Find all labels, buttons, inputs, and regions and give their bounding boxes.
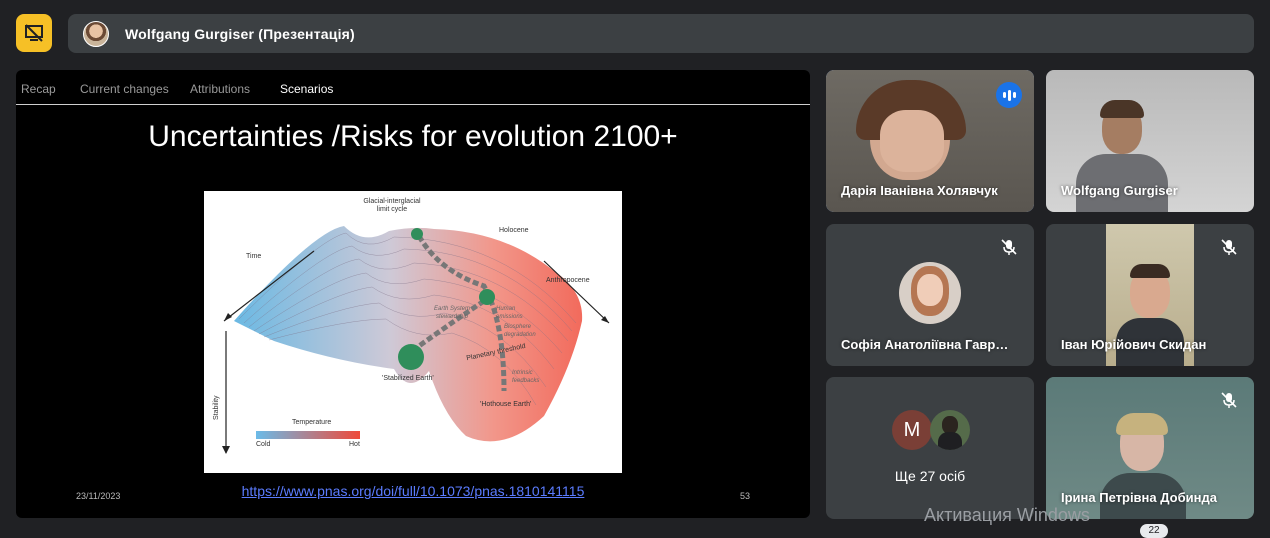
stability-landscape-figure: Glacial-interglacial limit cycle Holocen…: [204, 191, 622, 473]
participant-tile-dariia[interactable]: Дарія Іванівна Холявчук: [826, 70, 1034, 212]
avatar: [899, 262, 961, 324]
reference-link[interactable]: https://www.pnas.org/doi/full/10.1073/pn…: [16, 483, 810, 499]
presentation-toggle-button[interactable]: [16, 14, 52, 52]
participant-tile-wolfgang[interactable]: Wolfgang Gurgiser: [1046, 70, 1254, 212]
tab-divider: [16, 104, 810, 105]
presenter-title: Wolfgang Gurgiser (Презентація): [125, 25, 355, 42]
participant-name: Ірина Петрівна Добинда: [1061, 490, 1217, 505]
glacial-label: Glacial-interglacial limit cycle: [363, 198, 421, 213]
stewardship-label: Earth System stewardship: [433, 306, 470, 320]
windows-activation-watermark: Активация Windows: [924, 505, 1090, 525]
presentation-off-icon: [25, 24, 43, 42]
mic-off-icon: [1221, 392, 1237, 408]
human-emissions-label: Human emissions: [496, 306, 523, 320]
participant-name: Wolfgang Gurgiser: [1061, 183, 1178, 198]
mic-off-icon: [1001, 239, 1017, 255]
slide-tabs: Recap Current changes Attributions Scena…: [16, 82, 810, 104]
slide-number: 53: [740, 491, 751, 501]
presentation-slide: Recap Current changes Attributions Scena…: [16, 70, 810, 518]
avatar: M: [892, 410, 932, 450]
speaking-indicator-icon: [996, 82, 1022, 108]
participant-tile-iryna[interactable]: Ірина Петрівна Добинда: [1046, 377, 1254, 519]
cold-label: Cold: [256, 441, 271, 448]
stability-label: Stability: [213, 395, 220, 420]
holocene-label: Holocene: [499, 227, 529, 234]
presenter-avatar: [83, 20, 109, 47]
biosphere-label: Biosphere degradation: [504, 324, 536, 338]
presenter-bar: Wolfgang Gurgiser (Презентація): [68, 14, 1254, 53]
tab-recap[interactable]: Recap: [21, 82, 56, 96]
landscape-diagram: [222, 226, 610, 454]
participant-name: Іван Юрійович Скидан: [1061, 337, 1207, 352]
time-label: Time: [246, 253, 262, 260]
participant-tile-ivan[interactable]: Іван Юрійович Скидан: [1046, 224, 1254, 366]
feedbacks-label: Intrinsic feedbacks: [512, 370, 540, 384]
more-participants-tile[interactable]: M Ще 27 осіб: [826, 377, 1034, 519]
more-participants-label: Ще 27 осіб: [894, 468, 966, 484]
participant-name: Софія Анатоліївна Гавр…: [841, 337, 1009, 352]
slide-title: Uncertainties /Risks for evolution 2100+: [148, 120, 678, 153]
anthropocene-label: Anthropocene: [546, 277, 590, 284]
hothouse-earth-label: 'Hothouse Earth': [480, 401, 532, 408]
mic-off-icon: [1221, 239, 1237, 255]
participant-count-badge: 22: [1140, 524, 1168, 538]
hot-label: Hot: [349, 441, 360, 448]
tab-attributions[interactable]: Attributions: [190, 82, 250, 96]
participant-tile-sofiia[interactable]: Софія Анатоліївна Гавр…: [826, 224, 1034, 366]
temperature-label: Temperature: [292, 419, 332, 426]
avatar: [930, 410, 970, 450]
stabilized-earth-label: 'Stabilized Earth': [382, 375, 434, 382]
tab-current-changes[interactable]: Current changes: [80, 82, 169, 96]
tab-scenarios[interactable]: Scenarios: [280, 82, 333, 96]
participant-name: Дарія Іванівна Холявчук: [841, 183, 998, 198]
